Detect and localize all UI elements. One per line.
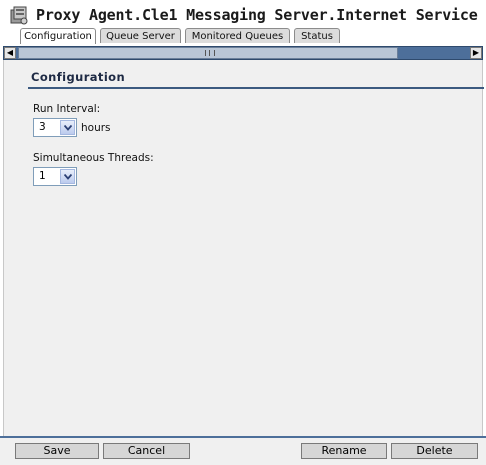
title-bar: Proxy Agent.Cle1 Messaging Server.Intern…	[8, 2, 478, 28]
grip-icon	[205, 50, 215, 56]
section-title: Configuration	[31, 70, 126, 84]
chevron-down-icon[interactable]	[60, 120, 75, 135]
scroll-right-icon[interactable]: ▶	[470, 47, 482, 59]
cancel-button[interactable]: Cancel	[103, 443, 190, 459]
chevron-down-icon[interactable]	[60, 169, 75, 184]
save-button[interactable]: Save	[15, 443, 99, 459]
tab-monitored-queues[interactable]: Monitored Queues	[185, 28, 290, 43]
horizontal-scrollbar[interactable]: ◀ ▶	[3, 46, 483, 60]
threads-select[interactable]: 1	[33, 167, 77, 186]
rename-button[interactable]: Rename	[301, 443, 387, 459]
threads-label: Simultaneous Threads:	[33, 152, 154, 164]
run-interval-value: 3	[39, 121, 46, 133]
delete-button[interactable]: Delete	[391, 443, 478, 459]
run-interval-label: Run Interval:	[33, 103, 101, 115]
section-divider	[28, 87, 484, 89]
run-interval-select[interactable]: 3	[33, 118, 77, 137]
tab-configuration[interactable]: Configuration	[20, 28, 96, 44]
tab-queue-server[interactable]: Queue Server	[100, 28, 181, 43]
server-icon	[8, 5, 30, 25]
window: Proxy Agent.Cle1 Messaging Server.Intern…	[0, 0, 486, 465]
configuration-panel	[3, 60, 483, 436]
window-title: Proxy Agent.Cle1 Messaging Server.Intern…	[36, 6, 478, 24]
threads-value: 1	[39, 170, 46, 182]
tab-status[interactable]: Status	[294, 28, 340, 43]
run-interval-unit: hours	[81, 122, 111, 134]
scrollbar-thumb[interactable]	[18, 47, 398, 59]
scroll-left-icon[interactable]: ◀	[4, 47, 16, 59]
tab-bar: Configuration Queue Server Monitored Que…	[0, 28, 486, 44]
